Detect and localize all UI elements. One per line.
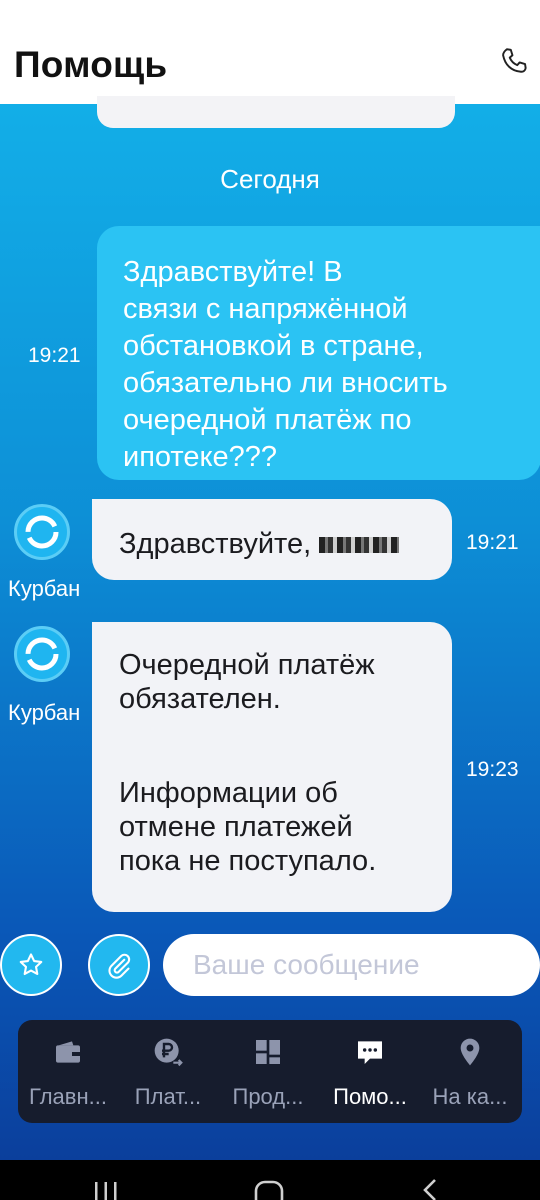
outgoing-time: 19:21: [28, 344, 81, 367]
phone-icon[interactable]: [497, 44, 533, 80]
products-grid-icon: [256, 1040, 280, 1064]
nav-label: На ка...: [432, 1084, 508, 1109]
outgoing-message: Здравствуйте! В связи с напряжённой обст…: [97, 226, 540, 480]
date-separator: Сегодня: [220, 164, 320, 194]
wallet-icon: [56, 1041, 80, 1063]
incoming-time: 19:23: [466, 758, 519, 781]
sender-name: Курбан: [8, 700, 81, 725]
favorite-button[interactable]: [0, 934, 62, 996]
chat-icon: [358, 1041, 382, 1064]
home-icon[interactable]: [254, 1178, 284, 1200]
header: Помощь: [0, 8, 540, 104]
attach-button[interactable]: [88, 934, 150, 996]
ruble-transfer-icon: [154, 1038, 183, 1067]
message-text: Здравствуйте,: [119, 528, 312, 560]
message-paragraph: Информации об отмене платежей пока не по…: [119, 777, 377, 877]
bottom-navigation: Главн... Плат... Прод... Помо... На ка..…: [18, 1020, 522, 1123]
nav-label: Плат...: [134, 1084, 202, 1109]
incoming-time: 19:21: [466, 531, 519, 554]
nav-label: Главн...: [29, 1084, 107, 1109]
nav-item-help[interactable]: Помо...: [320, 1020, 420, 1123]
previous-message-bubble: [97, 96, 455, 128]
recent-apps-icon[interactable]: [92, 1178, 120, 1200]
nav-label: Помо...: [333, 1084, 407, 1109]
nav-label: Прод...: [232, 1084, 304, 1109]
status-bar: [0, 0, 540, 8]
message-input[interactable]: [163, 934, 540, 996]
incoming-message: Здравствуйте,: [92, 499, 452, 580]
page-title: Помощь: [14, 44, 168, 85]
message-paragraph: Очередной платёж обязателен.: [119, 649, 375, 715]
avatar: [14, 626, 70, 682]
nav-item-products[interactable]: Прод...: [218, 1020, 318, 1123]
nav-item-map[interactable]: На ка...: [420, 1020, 520, 1123]
avatar: [14, 504, 70, 560]
sender-name: Курбан: [8, 576, 81, 601]
incoming-message: Очередной платёж обязателен. Информации …: [92, 622, 452, 912]
nav-item-payments[interactable]: Плат...: [118, 1020, 218, 1123]
chat-screen: Помощь Сегодня 19:21 Здравствуйте! В свя…: [0, 0, 540, 1160]
map-pin-icon: [460, 1038, 480, 1066]
redacted-name: [319, 537, 400, 554]
system-navigation-bar: [0, 1160, 540, 1200]
nav-item-main[interactable]: Главн...: [18, 1020, 118, 1123]
back-icon[interactable]: [420, 1178, 440, 1200]
